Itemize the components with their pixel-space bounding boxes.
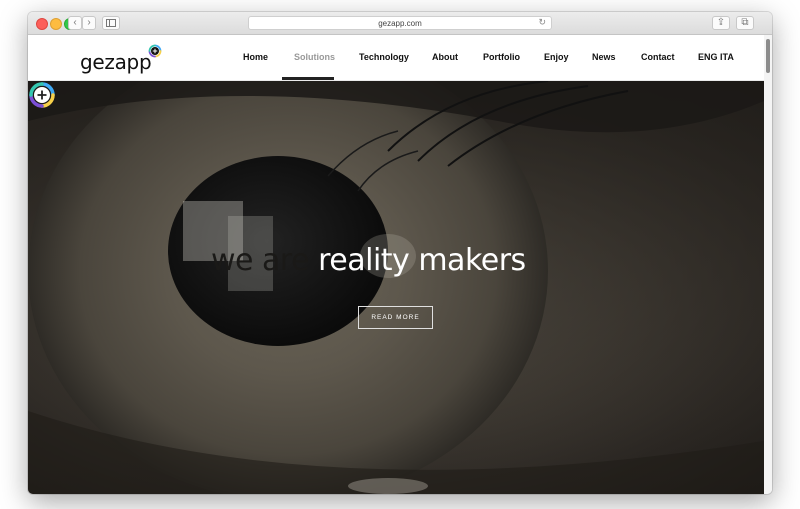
nav-enjoy[interactable]: Enjoy xyxy=(544,52,569,62)
url-text: gezapp.com xyxy=(378,18,422,28)
share-icon: ⇪ xyxy=(716,17,726,28)
logo-text: gezapp xyxy=(80,50,152,74)
sidebar-icon xyxy=(106,19,116,27)
nav-about[interactable]: About xyxy=(432,52,458,62)
headline-dark-part: we are xyxy=(211,243,319,278)
nav-news[interactable]: News xyxy=(592,52,616,62)
forward-button[interactable]: › xyxy=(82,16,96,30)
plus-mark-icon xyxy=(29,82,55,108)
close-window-button[interactable] xyxy=(36,18,48,30)
tabs-icon: ⧉ xyxy=(741,17,749,28)
lang-eng[interactable]: ENG xyxy=(698,52,718,62)
nav-technology[interactable]: Technology xyxy=(359,52,409,62)
plus-logo-icon xyxy=(148,44,162,58)
back-button[interactable]: ‹ xyxy=(68,16,82,30)
browser-toolbar: ‹ › gezapp.com ↻ ⇪ ⧉ xyxy=(28,12,772,35)
share-button[interactable]: ⇪ xyxy=(712,16,730,30)
site-header: gezapp Home Solutions Technology About P… xyxy=(28,35,764,81)
show-tabs-button[interactable]: ⧉ xyxy=(736,16,754,30)
reload-icon[interactable]: ↻ xyxy=(538,17,546,28)
nav-portfolio[interactable]: Portfolio xyxy=(483,52,520,62)
active-nav-indicator xyxy=(282,77,334,80)
address-bar[interactable]: gezapp.com ↻ xyxy=(248,16,552,30)
chevron-left-icon: ‹ xyxy=(73,17,77,28)
scrollbar-thumb[interactable] xyxy=(766,39,770,73)
chevron-right-icon: › xyxy=(87,17,91,28)
page-scrollbar[interactable] xyxy=(764,35,772,494)
nav-contact[interactable]: Contact xyxy=(641,52,675,62)
nav-home[interactable]: Home xyxy=(243,52,268,62)
hero-banner: we are reality makers READ MORE xyxy=(28,81,764,494)
read-more-button[interactable]: READ MORE xyxy=(358,306,433,329)
hero-headline: we are reality makers xyxy=(211,243,526,278)
sidebar-button[interactable] xyxy=(102,16,120,30)
eye-background-image xyxy=(28,81,764,494)
nav-solutions[interactable]: Solutions xyxy=(294,52,335,62)
browser-window: ‹ › gezapp.com ↻ ⇪ ⧉ + gezapp xyxy=(28,12,772,494)
minimize-window-button[interactable] xyxy=(50,18,62,30)
lang-ita[interactable]: ITA xyxy=(720,52,734,62)
headline-light-part: reality makers xyxy=(318,243,526,278)
